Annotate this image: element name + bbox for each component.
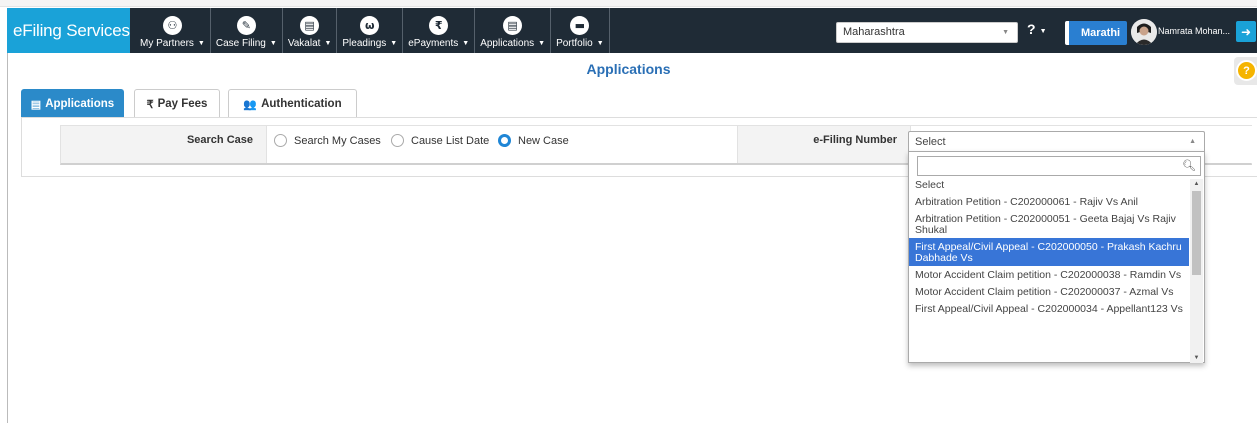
logout-button[interactable]: ➜: [1236, 21, 1256, 42]
nav-item-vakalat[interactable]: ▤ Vakalat ▼: [283, 8, 338, 53]
radio-label: Cause List Date: [411, 134, 490, 147]
dropdown-search-input[interactable]: [918, 157, 1178, 175]
hands-icon: ω: [360, 16, 380, 35]
search-icon: 🔍︎: [1182, 160, 1196, 172]
dropdown-option[interactable]: Arbitration Petition - C202000051 - Geet…: [909, 210, 1189, 238]
rupee-icon: ₹: [429, 16, 449, 35]
tab-applications[interactable]: ▤ Applications: [21, 89, 124, 118]
tab-authentication[interactable]: 👥 Authentication: [228, 89, 357, 118]
top-navbar: eFiling Services ⚇ My Partners ▼ ✎ Case F…: [7, 8, 1257, 53]
file-icon: ▤: [30, 98, 42, 111]
caret-down-icon: ▼: [538, 40, 546, 47]
radio-label: Search My Cases: [294, 134, 381, 147]
search-case-label: Search Case: [186, 134, 253, 146]
nav-item-my-partners[interactable]: ⚇ My Partners ▼: [135, 8, 211, 53]
logout-icon: ➜: [1240, 24, 1252, 39]
rupee-icon: ₹: [146, 98, 154, 111]
nav-item-portfolio[interactable]: ▬ Portfolio ▼: [551, 8, 610, 53]
page-title: Applications: [586, 61, 671, 77]
dropdown-option[interactable]: Select: [909, 179, 1189, 193]
question-icon: ?: [1236, 60, 1257, 81]
nav-item-pleadings[interactable]: ω Pleadings ▼: [337, 8, 404, 53]
document-icon: ▤: [503, 16, 523, 35]
efiling-dropdown: 🔍︎ Select Arbitration Petition - C202000…: [908, 151, 1205, 363]
efiling-number-select[interactable]: Select ▲: [908, 131, 1205, 152]
brand-logo[interactable]: eFiling Services: [7, 8, 130, 53]
chevron-down-icon: ▼: [1002, 29, 1009, 36]
radio-cause-list-date[interactable]: Cause List Date: [391, 134, 489, 147]
efiling-number-label: e-Filing Number: [813, 134, 897, 146]
dropdown-options: Select Arbitration Petition - C202000061…: [909, 179, 1189, 363]
caret-down-icon: ▼: [1039, 28, 1047, 35]
tab-label: Applications: [45, 98, 115, 110]
radio-circle: [274, 134, 287, 147]
radio-circle-selected: [498, 134, 511, 147]
caret-down-icon: ▼: [596, 40, 604, 47]
caret-down-icon: ▼: [197, 40, 205, 47]
nav-item-applications[interactable]: ▤ Applications ▼: [475, 8, 552, 53]
caret-down-icon: ▼: [269, 40, 277, 47]
top-border: [0, 0, 1257, 7]
nav-label: Applications: [480, 38, 535, 49]
dropdown-search: 🔍︎: [917, 156, 1201, 176]
floating-help-button[interactable]: ?: [1234, 57, 1257, 85]
efiling-select-value: Select: [915, 136, 946, 148]
user-name[interactable]: Namrata Mohan...: [1158, 26, 1230, 36]
dropdown-scrollbar[interactable]: ▲ ▼: [1190, 179, 1203, 363]
caret-down-icon: ▼: [390, 40, 398, 47]
radio-circle: [391, 134, 404, 147]
scroll-down-icon[interactable]: ▼: [1190, 353, 1203, 363]
nav-label: Vakalat: [287, 38, 321, 49]
tab-label: Pay Fees: [157, 98, 208, 110]
state-select-value: Maharashtra: [843, 26, 905, 38]
pencil-icon: ✎: [236, 16, 256, 35]
page-left-border: [7, 53, 8, 423]
avatar[interactable]: [1131, 19, 1157, 45]
scroll-up-icon[interactable]: ▲: [1190, 179, 1203, 189]
dropdown-option[interactable]: Motor Accident Claim petition - C2020000…: [909, 283, 1189, 300]
dropdown-option[interactable]: Arbitration Petition - C202000061 - Raji…: [909, 193, 1189, 210]
radio-search-my-cases[interactable]: Search My Cases: [274, 134, 381, 147]
radio-new-case[interactable]: New Case: [498, 134, 569, 147]
users-icon: 👥: [243, 98, 258, 111]
nav-item-case-filing[interactable]: ✎ Case Filing ▼: [211, 8, 283, 53]
partners-icon: ⚇: [162, 16, 182, 35]
nav-label: ePayments: [408, 38, 459, 49]
tab-pay-fees[interactable]: ₹ Pay Fees: [134, 89, 220, 118]
scroll-thumb[interactable]: [1192, 191, 1201, 275]
radio-label: New Case: [518, 134, 569, 147]
tab-label: Authentication: [261, 98, 342, 110]
dropdown-option[interactable]: Motor Accident Claim petition - C2020000…: [909, 266, 1189, 283]
nav-label: Case Filing: [215, 38, 266, 49]
help-menu[interactable]: ? ▼: [1027, 21, 1047, 37]
help-label: ?: [1027, 21, 1036, 37]
state-select[interactable]: Maharashtra ▼: [836, 22, 1018, 43]
language-button[interactable]: Marathi: [1065, 21, 1127, 45]
nav-item-epayments[interactable]: ₹ ePayments ▼: [403, 8, 476, 53]
nav-label: Pleadings: [342, 38, 387, 49]
briefcase-icon: ▬: [570, 16, 590, 35]
dropdown-option[interactable]: First Appeal/Civil Appeal - C202000034 -…: [909, 300, 1189, 317]
document-icon: ▤: [300, 16, 320, 35]
caret-down-icon: ▼: [462, 40, 470, 47]
nav-label: My Partners: [140, 38, 194, 49]
nav-menu: ⚇ My Partners ▼ ✎ Case Filing ▼ ▤ Vakalat ▼…: [135, 8, 610, 53]
search-options: Search My Cases Cause List Date New Case: [266, 126, 738, 163]
nav-label: Portfolio: [556, 38, 593, 49]
dropdown-option-highlighted[interactable]: First Appeal/Civil Appeal - C202000050 -…: [909, 238, 1189, 266]
chevron-up-icon: ▲: [1189, 138, 1196, 145]
caret-down-icon: ▼: [324, 40, 332, 47]
